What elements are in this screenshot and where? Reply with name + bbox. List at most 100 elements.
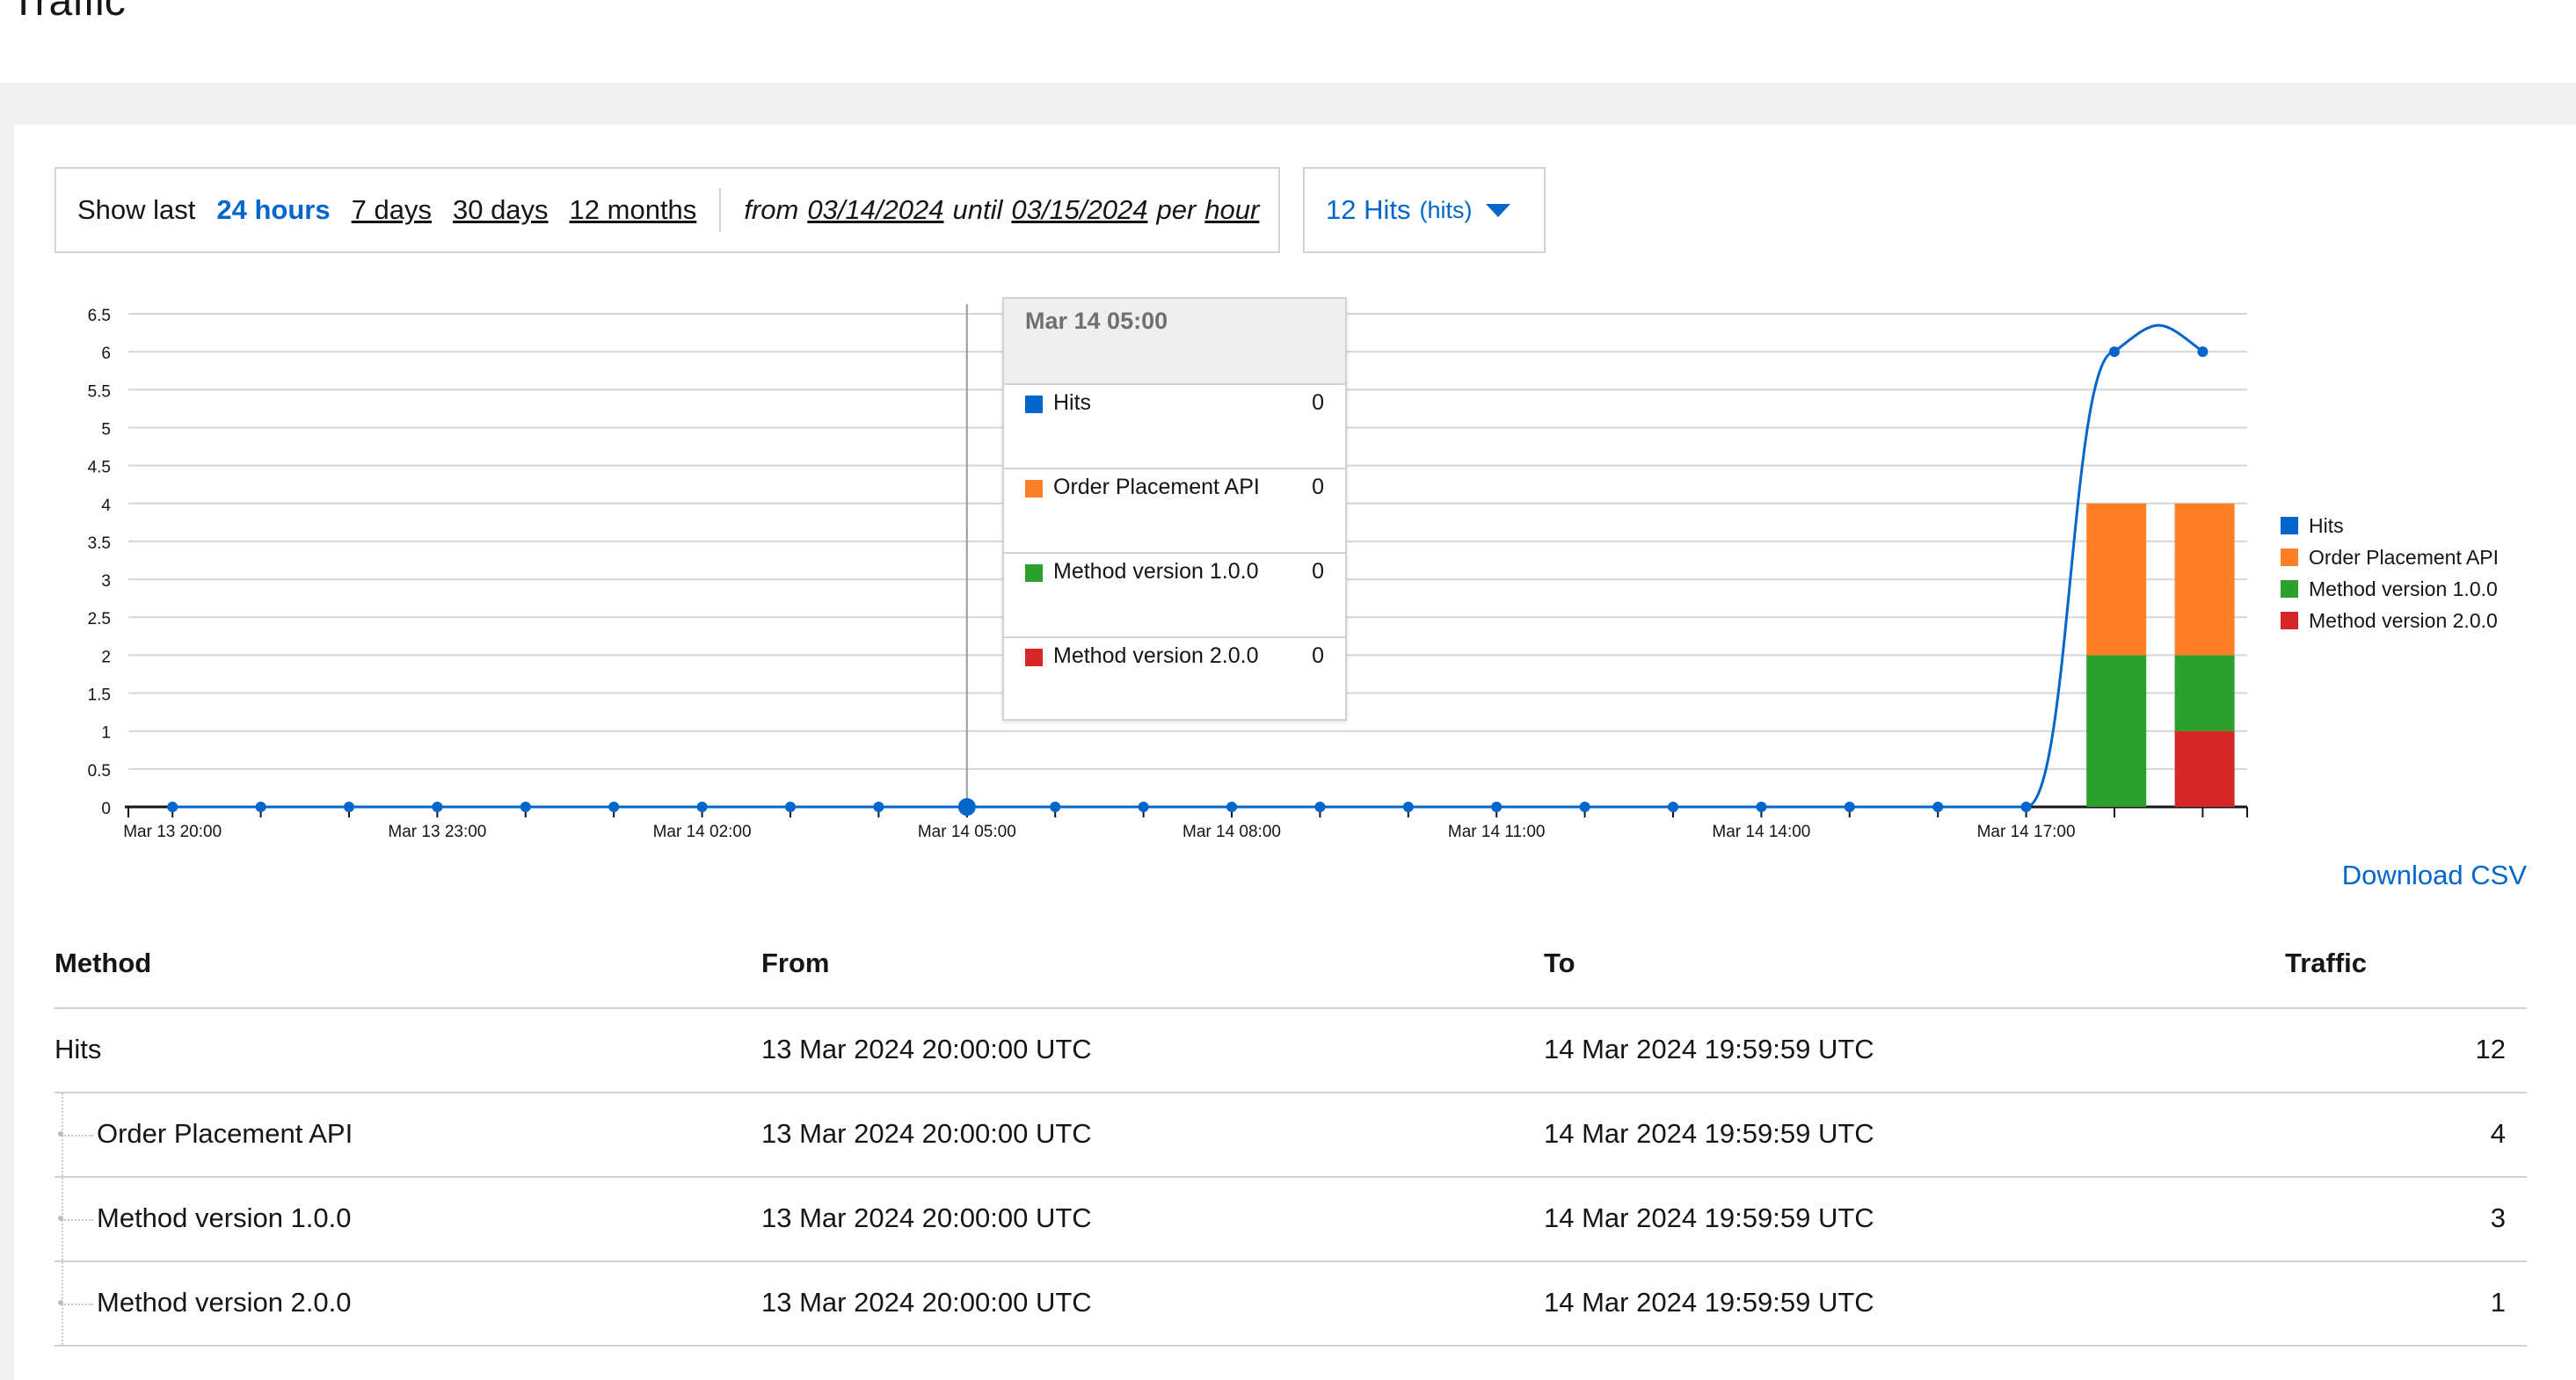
y-tick-label: 5.5 xyxy=(88,382,111,401)
hits-point xyxy=(1491,802,1503,812)
table-row: Hits 13 Mar 2024 20:00:00 UTC 14 Mar 202… xyxy=(55,1009,2527,1093)
y-tick-label: 6 xyxy=(101,345,111,363)
order-placement-swatch xyxy=(1025,480,1043,498)
y-tick-label: 2.5 xyxy=(88,610,111,628)
y-tick-label: 6.5 xyxy=(88,307,111,325)
method-cell: Order Placement API xyxy=(97,1118,353,1149)
method-v2-swatch xyxy=(1025,649,1043,666)
x-tick-label: Mar 14 14:00 xyxy=(1712,823,1810,841)
bar-method-version-2-0-0 xyxy=(2174,730,2235,807)
column-header-from[interactable]: From xyxy=(761,948,830,979)
x-tick-label: Mar 14 08:00 xyxy=(1182,823,1281,841)
column-header-to[interactable]: To xyxy=(1544,948,1575,979)
tree-node-icon xyxy=(58,1300,63,1305)
x-tick-label: Mar 13 20:00 xyxy=(123,823,222,841)
legend-label: Method version 2.0.0 xyxy=(2309,609,2498,632)
method-cell: Method version 2.0.0 xyxy=(97,1287,352,1318)
bar-method-version-1-0-0 xyxy=(2174,655,2235,731)
method-cell: Method version 1.0.0 xyxy=(97,1202,352,1233)
hits-point xyxy=(1402,802,1414,812)
legend-swatch xyxy=(2281,517,2298,534)
chart-tooltip: Mar 14 05:00 Hits 0 Order Placement API … xyxy=(1002,297,1347,721)
x-tick-label: Mar 14 02:00 xyxy=(653,823,752,841)
legend-item-order-placement[interactable]: Order Placement API xyxy=(2281,541,2499,573)
table-row: Order Placement API 13 Mar 2024 20:00:00… xyxy=(55,1093,2527,1178)
method-cell: Hits xyxy=(55,1034,102,1064)
traffic-cell: 4 xyxy=(2490,1118,2506,1149)
hits-point xyxy=(1756,802,1767,812)
hits-point xyxy=(520,802,531,812)
tooltip-row-name: Hits xyxy=(1053,390,1092,415)
y-tick-label: 0 xyxy=(101,800,111,818)
tooltip-row-value: 0 xyxy=(1312,475,1324,499)
hits-point xyxy=(785,802,796,812)
tooltip-row-hits: Hits 0 xyxy=(1004,385,1345,469)
traffic-cell: 12 xyxy=(2475,1034,2506,1064)
hits-point xyxy=(957,798,976,816)
y-tick-label: 4.5 xyxy=(88,459,111,477)
y-tick-label: 3.5 xyxy=(88,534,111,553)
legend-item-method-v2[interactable]: Method version 2.0.0 xyxy=(2281,605,2499,636)
hits-point xyxy=(1844,802,1855,812)
hits-point xyxy=(1226,802,1237,812)
tooltip-row-method-v1: Method version 1.0.0 0 xyxy=(1004,554,1345,638)
traffic-cell: 3 xyxy=(2490,1202,2506,1233)
download-csv-link[interactable]: Download CSV xyxy=(2342,860,2527,891)
hits-point xyxy=(167,802,178,812)
method-v1-swatch xyxy=(1025,564,1043,582)
y-tick-label: 1.5 xyxy=(88,686,111,705)
traffic-cell: 1 xyxy=(2490,1287,2506,1318)
tooltip-row-value: 0 xyxy=(1312,643,1324,668)
legend-swatch xyxy=(2281,548,2298,566)
tooltip-title: Mar 14 05:00 xyxy=(1004,299,1345,385)
tree-connector xyxy=(62,1304,93,1305)
tree-node-icon xyxy=(58,1216,63,1221)
hits-point xyxy=(1050,802,1061,812)
y-tick-label: 0.5 xyxy=(88,762,111,781)
hits-point xyxy=(1138,802,1149,812)
to-cell: 14 Mar 2024 19:59:59 UTC xyxy=(1544,1118,1874,1149)
bar-order-placement-api xyxy=(2086,503,2147,656)
table-row: Method version 2.0.0 13 Mar 2024 20:00:0… xyxy=(55,1262,2527,1347)
bar-method-version-1-0-0 xyxy=(2086,655,2147,807)
tooltip-row-method-v2: Method version 2.0.0 0 xyxy=(1004,638,1345,723)
tooltip-row-value: 0 xyxy=(1312,390,1324,415)
legend-label: Method version 1.0.0 xyxy=(2309,577,2498,600)
hits-swatch xyxy=(1025,396,1043,413)
hits-point xyxy=(1314,802,1326,812)
tree-connector xyxy=(62,1135,93,1137)
column-header-traffic[interactable]: Traffic xyxy=(2285,948,2367,979)
legend-label: Hits xyxy=(2309,514,2344,537)
legend-swatch xyxy=(2281,612,2298,629)
legend-swatch xyxy=(2281,580,2298,598)
y-tick-label: 1 xyxy=(101,724,111,743)
legend-item-hits[interactable]: Hits xyxy=(2281,510,2499,541)
from-cell: 13 Mar 2024 20:00:00 UTC xyxy=(761,1118,1092,1149)
bar-order-placement-api xyxy=(2174,503,2235,656)
hits-point xyxy=(255,802,266,812)
traffic-table: Method From To Traffic Hits 13 Mar 2024 … xyxy=(55,923,2527,1347)
hits-point xyxy=(1579,802,1590,812)
chart-legend: Hits Order Placement API Method version … xyxy=(2281,510,2499,636)
table-header: Method From To Traffic xyxy=(55,923,2527,1009)
from-cell: 13 Mar 2024 20:00:00 UTC xyxy=(761,1034,1092,1064)
y-tick-label: 4 xyxy=(101,497,111,515)
hits-point xyxy=(1668,802,1678,812)
to-cell: 14 Mar 2024 19:59:59 UTC xyxy=(1544,1287,1874,1318)
tooltip-row-order-placement: Order Placement API 0 xyxy=(1004,469,1345,554)
column-header-method[interactable]: Method xyxy=(55,948,151,979)
x-tick-label: Mar 13 23:00 xyxy=(388,823,486,841)
legend-item-method-v1[interactable]: Method version 1.0.0 xyxy=(2281,573,2499,605)
x-tick-label: Mar 14 11:00 xyxy=(1448,823,1546,841)
to-cell: 14 Mar 2024 19:59:59 UTC xyxy=(1544,1034,1874,1064)
hits-point xyxy=(873,802,884,812)
x-tick-label: Mar 14 05:00 xyxy=(918,823,1016,841)
hits-point xyxy=(432,802,443,812)
tooltip-row-name: Method version 2.0.0 xyxy=(1053,643,1259,668)
hits-point xyxy=(608,802,620,812)
tooltip-row-name: Order Placement API xyxy=(1053,475,1260,499)
from-cell: 13 Mar 2024 20:00:00 UTC xyxy=(761,1287,1092,1318)
y-tick-label: 2 xyxy=(101,648,111,666)
y-tick-label: 5 xyxy=(101,420,111,439)
from-cell: 13 Mar 2024 20:00:00 UTC xyxy=(761,1202,1092,1233)
